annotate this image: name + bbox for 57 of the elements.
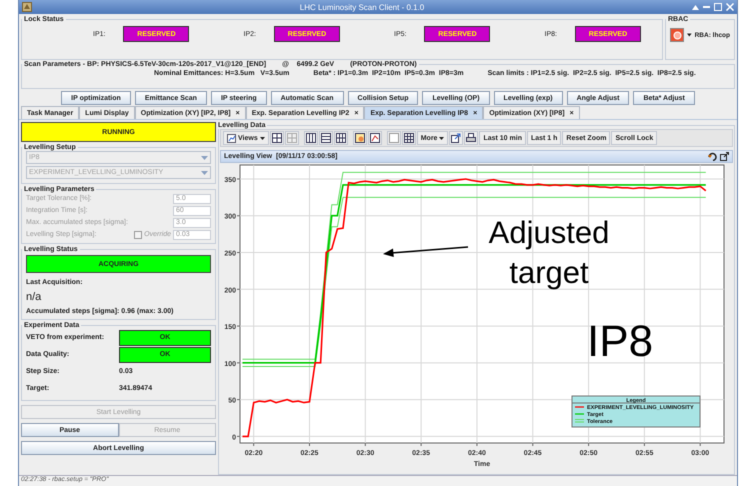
tick-mark [420,442,422,446]
caret-icon [687,33,692,37]
grid-icon [272,133,282,143]
tick-mark [476,442,478,446]
caret-icon [201,170,208,174]
tick-mark [588,442,590,446]
tick-mark [236,215,240,216]
tick-mark [236,362,240,364]
chart-icon [370,133,380,143]
toolbar-button[interactable] [402,131,416,145]
rbac-button[interactable] [670,28,684,42]
toolbar-button[interactable] [318,131,333,145]
tick-mark [236,178,240,180]
tick-mark [532,442,534,446]
maximize-icon [714,3,722,11]
tick-mark [700,442,701,446]
last-acquisition-value: n/a [26,291,42,303]
chart-icon [354,133,365,143]
export-icon [451,133,462,143]
print-button[interactable] [464,131,478,145]
pin-icon [692,4,699,10]
minimize-icon [703,6,710,8]
app-icon [22,2,32,12]
annotation-text: Adjusted target [488,214,610,292]
toolbar-button[interactable] [368,131,382,145]
tick-mark [236,326,240,327]
tick-mark [236,436,240,437]
close-icon [726,3,734,11]
table-icon [404,133,414,143]
toolbar-button[interactable] [334,131,348,145]
tick-mark [236,252,240,254]
toolbar-button[interactable] [270,131,284,145]
chart-icon [227,134,236,142]
printer-icon [466,133,476,143]
tick-mark [364,442,366,446]
toolbar-button[interactable] [352,131,367,145]
legend-swatch [574,419,584,422]
columns-icon [306,133,316,143]
tick-mark [236,399,240,400]
grid-icon [286,133,297,143]
tick-mark [253,442,254,446]
toolbar-button[interactable] [304,131,318,145]
window-title: LHC Luminosity Scan Client - 0.1.0 [298,2,426,12]
toolbar-button[interactable] [449,131,464,145]
caret-icon [201,156,208,160]
refresh-icon [708,152,717,161]
caret-icon [439,136,444,140]
grid-icon [336,133,346,143]
tick-mark [236,288,240,290]
square-icon [388,133,399,143]
annotation-text: IP8 [587,316,654,368]
tick-mark [308,442,310,446]
caret-icon [260,136,265,140]
popout-icon [720,152,729,161]
rows-icon [320,133,331,143]
tick-mark [644,442,645,446]
stop-icon [672,30,682,40]
